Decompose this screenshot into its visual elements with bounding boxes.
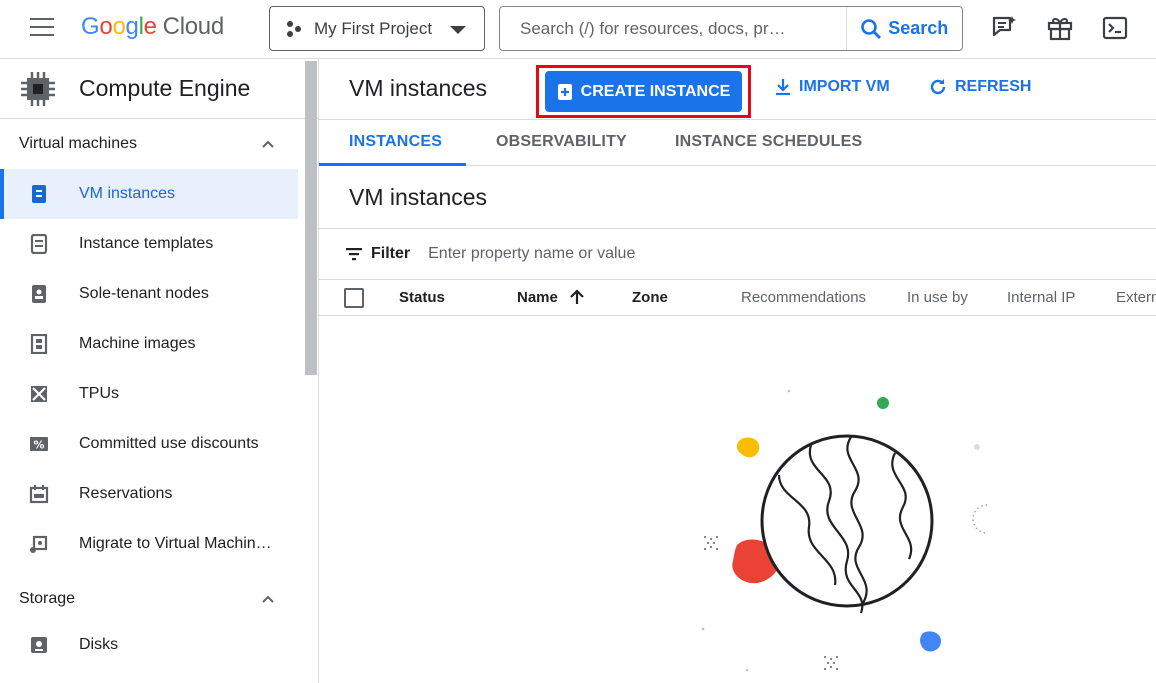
- sidebar-item-label: Committed use discounts: [79, 435, 259, 452]
- chevron-up-icon: [262, 140, 274, 148]
- main-content: VM instances CREATE INSTANCE IMPORT VM R…: [319, 59, 1156, 683]
- sidebar-item-reservations[interactable]: Reservations: [0, 469, 298, 519]
- section-storage[interactable]: Storage: [0, 569, 318, 625]
- action-bar: VM instances CREATE INSTANCE IMPORT VM R…: [319, 59, 1156, 120]
- sidebar-item-sole-tenant-nodes[interactable]: Sole-tenant nodes: [0, 269, 298, 319]
- migrate-icon: [30, 535, 48, 553]
- section-label: Storage: [19, 590, 76, 607]
- project-selector[interactable]: My First Project: [269, 6, 485, 51]
- gift-icon[interactable]: [1046, 14, 1074, 42]
- percent-icon: %: [30, 437, 48, 452]
- disk-icon: [31, 637, 47, 653]
- google-cloud-logo[interactable]: Google Cloud: [81, 13, 224, 41]
- sort-ascending-icon: [570, 289, 584, 304]
- column-header-recommendations[interactable]: Recommendations: [741, 289, 866, 306]
- sidebar-item-tpus[interactable]: TPUs: [0, 369, 298, 419]
- svg-text:%: %: [33, 439, 44, 452]
- logo-letter: o: [112, 13, 126, 40]
- empty-state-illustration: [701, 389, 988, 672]
- refresh-button[interactable]: REFRESH: [929, 78, 1031, 96]
- create-instance-label: CREATE INSTANCE: [580, 82, 731, 100]
- column-header-name[interactable]: Name: [517, 289, 584, 306]
- filter-icon: [346, 248, 362, 261]
- sidebar-item-vm-instances[interactable]: VM instances: [0, 169, 298, 219]
- node-icon: [32, 285, 46, 303]
- filter-label: Filter: [371, 245, 411, 262]
- column-header-zone[interactable]: Zone: [632, 289, 668, 306]
- filter-bar: Filter: [319, 228, 1156, 279]
- sidebar-item-label: Disks: [79, 636, 119, 653]
- vm-icon: [32, 185, 46, 203]
- sidebar: Compute Engine Virtual machines VM insta…: [0, 59, 319, 683]
- search-button-label: Search: [888, 18, 949, 38]
- refresh-label: REFRESH: [955, 78, 1032, 95]
- tab-observability[interactable]: OBSERVABILITY: [496, 133, 627, 151]
- page-title: VM instances: [349, 75, 488, 101]
- template-icon: [30, 234, 48, 254]
- logo-cloud-text: Cloud: [162, 13, 225, 40]
- search-bar: Search: [499, 6, 963, 51]
- create-instance-button[interactable]: CREATE INSTANCE: [545, 71, 742, 112]
- column-header-internal-ip[interactable]: Internal IP: [1007, 289, 1075, 306]
- add-box-icon: [557, 83, 572, 100]
- sidebar-item-machine-images[interactable]: Machine images: [0, 319, 298, 369]
- column-header-external-ip[interactable]: Extern: [1116, 289, 1156, 306]
- project-name: My First Project: [314, 18, 433, 38]
- sidebar-item-disks[interactable]: Disks: [0, 625, 298, 665]
- search-input[interactable]: [500, 7, 846, 50]
- section-title: VM instances: [349, 184, 488, 210]
- table-header: Status Name Zone Recommendations In use …: [319, 279, 1156, 316]
- tab-instances[interactable]: INSTANCES: [349, 133, 442, 151]
- column-header-in-use-by[interactable]: In use by: [907, 289, 968, 306]
- sidebar-item-instance-templates[interactable]: Instance templates: [0, 219, 298, 269]
- top-bar: Google Cloud My First Project Search: [0, 0, 1156, 59]
- notes-icon[interactable]: [991, 14, 1019, 42]
- active-tab-indicator: [319, 163, 466, 166]
- sidebar-item-label: Reservations: [79, 485, 173, 502]
- column-header-name-label: Name: [517, 289, 558, 306]
- sidebar-item-label: TPUs: [79, 385, 119, 402]
- image-icon: [30, 334, 48, 354]
- logo-letter: G: [81, 13, 100, 40]
- logo-letter: o: [99, 13, 113, 40]
- section-virtual-machines[interactable]: Virtual machines: [0, 119, 318, 169]
- section-label: Virtual machines: [19, 135, 137, 152]
- logo-letter: e: [143, 13, 157, 40]
- product-title: Compute Engine: [79, 75, 251, 101]
- tab-instance-schedules[interactable]: INSTANCE SCHEDULES: [675, 133, 862, 151]
- search-button[interactable]: Search: [845, 7, 962, 50]
- calendar-icon: [29, 485, 49, 504]
- project-icon: [287, 20, 301, 37]
- search-icon: [861, 18, 882, 39]
- sidebar-item-label: VM instances: [79, 185, 176, 202]
- caret-down-icon: [450, 26, 466, 34]
- chevron-up-icon: [262, 595, 274, 603]
- refresh-icon: [930, 79, 946, 95]
- sidebar-item-label: Instance templates: [79, 235, 214, 252]
- sidebar-item-migrate[interactable]: Migrate to Virtual Machin…: [0, 519, 298, 569]
- sidebar-item-label: Migrate to Virtual Machin…: [79, 535, 272, 552]
- download-icon: [776, 79, 790, 96]
- compute-engine-icon: [21, 71, 55, 106]
- cloud-shell-icon[interactable]: [1101, 14, 1129, 42]
- sidebar-scrollbar[interactable]: [305, 61, 317, 375]
- sidebar-item-label: Machine images: [79, 335, 196, 352]
- import-vm-button[interactable]: IMPORT VM: [775, 78, 890, 96]
- logo-letter: g: [125, 13, 139, 40]
- column-header-status[interactable]: Status: [399, 289, 445, 306]
- menu-icon[interactable]: [30, 18, 54, 38]
- tpu-icon: [31, 386, 47, 402]
- tab-bar: INSTANCES OBSERVABILITY INSTANCE SCHEDUL…: [319, 120, 1156, 166]
- filter-input[interactable]: [428, 245, 829, 263]
- select-all-checkbox[interactable]: [344, 288, 364, 308]
- product-header: Compute Engine: [0, 59, 318, 119]
- sidebar-item-label: Sole-tenant nodes: [79, 285, 209, 302]
- sidebar-item-committed-use-discounts[interactable]: % Committed use discounts: [0, 419, 298, 469]
- import-vm-label: IMPORT VM: [799, 78, 890, 95]
